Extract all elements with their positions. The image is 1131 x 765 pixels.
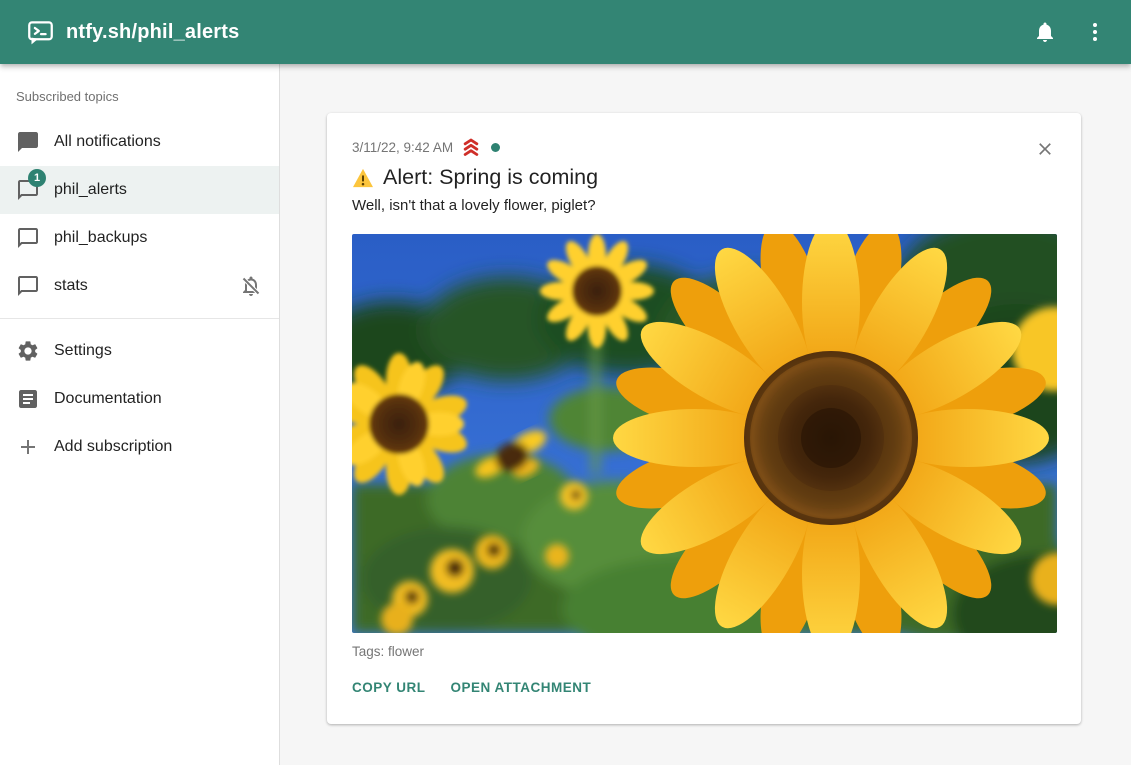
notifications-off-icon	[239, 274, 263, 298]
sidebar-item-settings[interactable]: Settings	[0, 327, 279, 375]
chat-bubble-filled-icon	[16, 130, 40, 154]
sidebar-divider	[0, 318, 279, 319]
notification-timestamp: 3/11/22, 9:42 AM	[352, 140, 453, 155]
sidebar-item-label: All notifications	[54, 133, 161, 151]
notification-body: Well, isn't that a lovely flower, piglet…	[352, 196, 1056, 216]
sidebar-item-label: stats	[54, 277, 88, 295]
sidebar-item-label: Add subscription	[54, 438, 172, 456]
notification-tags: Tags: flower	[352, 644, 1056, 659]
sidebar-item-add-subscription[interactable]: Add subscription	[0, 423, 279, 471]
article-icon	[16, 387, 40, 411]
ntfy-logo-icon	[27, 19, 54, 46]
copy-url-button[interactable]: COPY URL	[352, 678, 426, 697]
notification-card: 3/11/22, 9:42 AM	[327, 113, 1081, 724]
attachment-image[interactable]	[352, 234, 1057, 633]
notifications-bell-icon	[1033, 20, 1057, 44]
notification-meta-row: 3/11/22, 9:42 AM	[352, 139, 1056, 155]
notification-actions: COPY URL OPEN ATTACHMENT	[352, 678, 1056, 697]
unread-count-badge: 1	[28, 169, 46, 187]
sidebar-item-all-notifications[interactable]: All notifications	[0, 118, 279, 166]
priority-high-triple-chevron-icon	[460, 137, 482, 157]
chat-bubble-outline-icon	[16, 226, 40, 250]
notification-title: Alert: Spring is coming	[383, 164, 598, 191]
open-attachment-button[interactable]: OPEN ATTACHMENT	[451, 678, 592, 697]
notifications-bell-button[interactable]	[1025, 12, 1065, 52]
sidebar-item-label: phil_alerts	[54, 181, 127, 199]
sidebar-item-phil-alerts[interactable]: 1 phil_alerts	[0, 166, 279, 214]
sidebar-item-label: Settings	[54, 342, 112, 360]
gear-icon	[16, 339, 40, 363]
warning-triangle-icon	[352, 168, 374, 188]
sidebar-item-label: Documentation	[54, 390, 162, 408]
app-bar: ntfy.sh/phil_alerts	[0, 0, 1131, 64]
notification-title-row: Alert: Spring is coming	[352, 164, 1056, 191]
app-title: ntfy.sh/phil_alerts	[66, 21, 239, 44]
more-vert-icon	[1083, 20, 1107, 44]
sidebar-item-documentation[interactable]: Documentation	[0, 375, 279, 423]
sidebar-item-phil-backups[interactable]: phil_backups	[0, 214, 279, 262]
sidebar-item-label: phil_backups	[54, 229, 147, 247]
close-notification-button[interactable]	[1031, 135, 1059, 163]
unread-dot	[491, 143, 500, 152]
main-content: 3/11/22, 9:42 AM	[280, 64, 1131, 765]
sidebar-item-stats[interactable]: stats	[0, 262, 279, 310]
plus-icon	[16, 435, 40, 459]
overflow-menu-button[interactable]	[1075, 12, 1115, 52]
chat-bubble-outline-icon	[16, 274, 40, 298]
sidebar-header: Subscribed topics	[0, 64, 279, 118]
sidebar: Subscribed topics All notifications 1 ph…	[0, 64, 280, 765]
